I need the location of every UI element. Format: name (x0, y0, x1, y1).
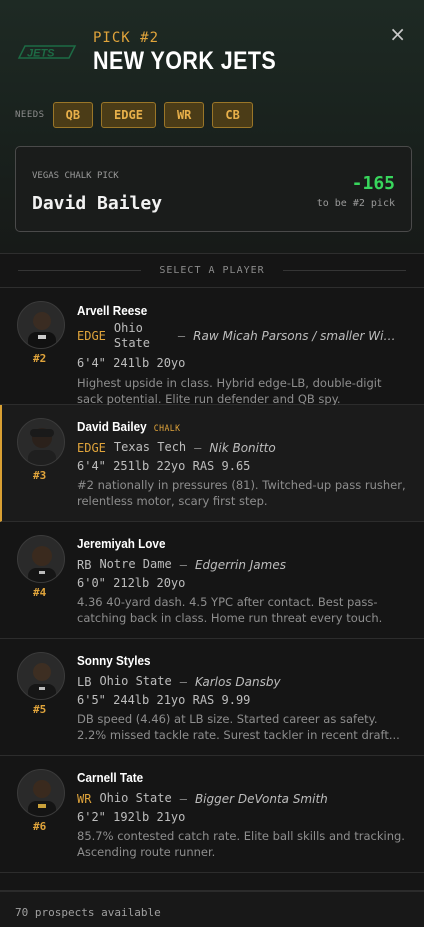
player-row[interactable]: #3 David Bailey CHALK EDGE Texas Tech — N… (0, 405, 424, 522)
player-comparison: Raw Micah Parsons / smaller Willi... (193, 329, 399, 343)
svg-text:JETS: JETS (27, 48, 55, 60)
dash-separator: — (179, 791, 187, 806)
player-row[interactable]: #2 Arvell Reese EDGE Ohio State — Raw Mi… (0, 288, 424, 406)
player-comparison: Edgerrin James (194, 557, 286, 572)
chalk-odds-subtitle: to be #2 pick (316, 198, 395, 209)
player-name: Jeremiyah Love (77, 536, 166, 551)
team-needs: NEEDS QB EDGE WR CB (15, 102, 261, 128)
footer: 70 prospects available (0, 890, 424, 927)
team-name: NEW YORK JETS (93, 47, 277, 75)
player-list: #2 Arvell Reese EDGE Ohio State — Raw Mi… (0, 288, 424, 873)
need-chip-qb: QB (52, 102, 94, 128)
divider-line (18, 270, 142, 271)
player-position: EDGE (77, 440, 106, 455)
player-name: Carnell Tate (77, 770, 144, 785)
player-name: Sonny Styles (77, 653, 151, 668)
dash-separator: — (194, 440, 202, 455)
player-blurb: 4.36 40-yard dash. 4.5 YPC after contact… (77, 595, 383, 625)
select-player-divider: SELECT A PLAYER (0, 253, 424, 288)
player-school: Ohio State (99, 674, 172, 688)
player-position-line: LB Ohio State — Karlos Dansby (77, 674, 281, 689)
chalk-badge: CHALK (153, 424, 181, 434)
chalk-player-name: David Bailey (32, 193, 163, 214)
player-position: WR (77, 791, 92, 806)
player-position-line: EDGE Texas Tech — Nik Bonitto (77, 440, 276, 455)
player-school: Ohio State (99, 791, 172, 805)
player-blurb: Highest upside in class. Hybrid edge-LB,… (77, 376, 382, 406)
player-blurb: DB speed (4.46) at LB size. Started care… (77, 712, 400, 742)
player-measurables: 6'0" 212lb 20yo (77, 576, 186, 590)
player-pick-number: #4 (33, 586, 47, 599)
need-chip-cb: CB (212, 102, 253, 128)
player-comparison: Bigger DeVonta Smith (194, 791, 328, 806)
player-avatar (17, 301, 65, 349)
player-position-line: EDGE Ohio State — Raw Micah Parsons / sm… (77, 321, 398, 351)
player-school: Texas Tech (113, 440, 187, 454)
close-icon[interactable]: × (389, 24, 406, 44)
dash-separator: — (179, 674, 187, 689)
player-pick-number: #6 (33, 820, 47, 833)
vegas-chalk-card: VEGAS CHALK PICK David Bailey -165 to be… (15, 146, 412, 232)
jets-logo: JETS (17, 45, 77, 60)
player-measurables: 6'4" 251lb 22yo RAS 9.65 (77, 459, 251, 473)
player-position: LB (77, 674, 92, 689)
needs-label: NEEDS (15, 110, 45, 120)
player-avatar (17, 769, 65, 817)
divider-line (282, 270, 406, 271)
player-avatar (17, 418, 65, 466)
player-blurb: #2 nationally in pressures (81). Twitche… (77, 478, 406, 508)
player-blurb: 85.7% contested catch rate. Elite ball s… (77, 829, 405, 859)
player-school: Notre Dame (99, 557, 172, 571)
player-position: EDGE (77, 329, 106, 343)
player-pick-number: #2 (33, 352, 47, 365)
need-chip-edge: EDGE (101, 102, 156, 128)
player-position-line: WR Ohio State — Bigger DeVonta Smith (77, 791, 328, 806)
player-position-line: RB Notre Dame — Edgerrin James (77, 557, 286, 572)
player-measurables: 6'5" 244lb 21yo RAS 9.99 (77, 693, 251, 707)
player-row[interactable]: #4 Jeremiyah Love RB Notre Dame — Edgerr… (0, 522, 424, 639)
player-name: David Bailey CHALK (77, 419, 181, 434)
player-avatar (17, 652, 65, 700)
player-row[interactable]: #6 Carnell Tate WR Ohio State — Bigger D… (0, 756, 424, 873)
team-header: JETS PICK #2 NEW YORK JETS × NEEDS QB ED… (0, 0, 424, 253)
player-comparison: Karlos Dansby (194, 674, 281, 689)
player-name: Arvell Reese (77, 303, 148, 318)
player-comparison: Nik Bonitto (209, 440, 276, 455)
pick-label: PICK #2 (93, 30, 160, 46)
player-school: Ohio State (113, 321, 151, 350)
dash-separator: — (179, 557, 187, 572)
player-row[interactable]: #5 Sonny Styles LB Ohio State — Karlos D… (0, 639, 424, 756)
need-chip-wr: WR (163, 102, 205, 128)
player-measurables: 6'2" 192lb 21yo (77, 810, 186, 824)
player-measurables: 6'4" 241lb 20yo (77, 356, 186, 370)
chalk-label: VEGAS CHALK PICK (32, 171, 119, 181)
dash-separator: — (177, 329, 186, 343)
chalk-odds: -165 (351, 173, 395, 194)
prospects-count: 70 prospects available (15, 906, 161, 919)
select-player-label: SELECT A PLAYER (159, 265, 265, 276)
player-pick-number: #3 (33, 469, 47, 482)
player-pick-number: #5 (33, 703, 47, 716)
player-avatar (17, 535, 65, 583)
player-position: RB (77, 557, 92, 572)
